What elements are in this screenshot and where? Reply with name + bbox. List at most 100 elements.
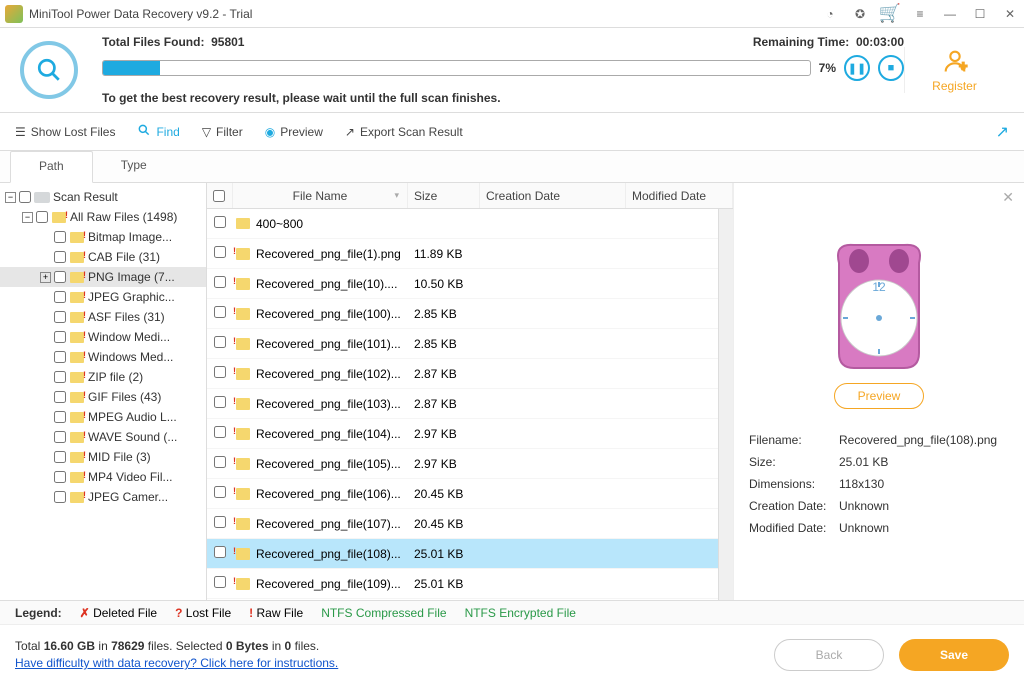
tree-checkbox[interactable] — [54, 491, 66, 503]
cart-icon[interactable]: 🛒 — [881, 5, 899, 23]
file-size: 2.97 KB — [408, 427, 480, 441]
help-link[interactable]: Have difficulty with data recovery? Clic… — [15, 656, 338, 670]
file-row[interactable]: Recovered_png_file(1).png11.89 KB — [207, 239, 718, 269]
minimize-icon[interactable]: — — [941, 5, 959, 23]
menu-icon[interactable]: ≡ — [911, 5, 929, 23]
file-checkbox[interactable] — [214, 246, 226, 258]
tree-item[interactable]: MID File (3) — [0, 447, 206, 467]
file-row[interactable]: Recovered_png_file(105)...2.97 KB — [207, 449, 718, 479]
file-checkbox[interactable] — [214, 426, 226, 438]
tree-checkbox[interactable] — [19, 191, 31, 203]
file-checkbox[interactable] — [214, 336, 226, 348]
tree-item[interactable]: JPEG Camer... — [0, 487, 206, 507]
bottom-bar: Total 16.60 GB in 78629 files. Selected … — [0, 624, 1024, 678]
file-row[interactable]: 400~800 — [207, 209, 718, 239]
file-row[interactable]: Recovered_png_file(10)....10.50 KB — [207, 269, 718, 299]
file-row[interactable]: Recovered_png_file(100)...2.85 KB — [207, 299, 718, 329]
share-icon[interactable]: ↗ — [996, 122, 1009, 142]
tree-item[interactable]: Windows Med... — [0, 347, 206, 367]
file-checkbox[interactable] — [214, 276, 226, 288]
tree-checkbox[interactable] — [54, 271, 66, 283]
file-size: 20.45 KB — [408, 517, 480, 531]
folder-tree[interactable]: − Scan Result − All Raw Files (1498) Bit… — [0, 183, 207, 600]
col-creation-date[interactable]: Creation Date — [480, 183, 626, 208]
tree-checkbox[interactable] — [54, 371, 66, 383]
tree-checkbox[interactable] — [54, 351, 66, 363]
file-checkbox[interactable] — [214, 456, 226, 468]
tree-item[interactable]: Window Medi... — [0, 327, 206, 347]
file-checkbox[interactable] — [214, 486, 226, 498]
save-button[interactable]: Save — [899, 639, 1009, 671]
tree-item[interactable]: WAVE Sound (... — [0, 427, 206, 447]
tree-checkbox[interactable] — [54, 331, 66, 343]
file-row[interactable]: Recovered_png_file(102)...2.87 KB — [207, 359, 718, 389]
tree-checkbox[interactable] — [54, 471, 66, 483]
meta-filename: Recovered_png_file(108).png — [839, 433, 997, 447]
tree-checkbox[interactable] — [54, 431, 66, 443]
expand-icon[interactable]: + — [40, 272, 51, 283]
tree-checkbox[interactable] — [54, 451, 66, 463]
tree-item[interactable]: +PNG Image (7... — [0, 267, 206, 287]
filter-button[interactable]: ▽Filter — [202, 125, 243, 139]
file-name: Recovered_png_file(107)... — [253, 517, 408, 531]
find-button[interactable]: Find — [137, 123, 179, 140]
file-row[interactable]: Recovered_png_file(108)...25.01 KB — [207, 539, 718, 569]
col-size[interactable]: Size — [408, 183, 480, 208]
key-icon[interactable]: ✪ — [851, 5, 869, 23]
stop-button[interactable]: ■ — [878, 55, 904, 81]
tree-checkbox[interactable] — [54, 251, 66, 263]
pause-button[interactable]: ❚❚ — [844, 55, 870, 81]
tree-checkbox[interactable] — [54, 391, 66, 403]
file-checkbox[interactable] — [214, 366, 226, 378]
tab-path[interactable]: Path — [10, 151, 93, 183]
stats-text: Total 16.60 GB in 78629 files. Selected … — [15, 639, 774, 653]
tree-item[interactable]: MPEG Audio L... — [0, 407, 206, 427]
tree-checkbox[interactable] — [36, 211, 48, 223]
tree-item[interactable]: ZIP file (2) — [0, 367, 206, 387]
maximize-icon[interactable]: ☐ — [971, 5, 989, 23]
collapse-icon[interactable]: − — [5, 192, 16, 203]
tree-item[interactable]: Bitmap Image... — [0, 227, 206, 247]
col-modified-date[interactable]: Modified Date — [626, 183, 733, 208]
file-checkbox[interactable] — [214, 516, 226, 528]
tree-item[interactable]: MP4 Video Fil... — [0, 467, 206, 487]
col-filename[interactable]: File Name — [233, 183, 408, 208]
show-lost-files-button[interactable]: ☰Show Lost Files — [15, 125, 115, 139]
tree-item-label: ASF Files (31) — [88, 310, 165, 324]
back-button[interactable]: Back — [774, 639, 884, 671]
history-icon[interactable]: ◔ — [821, 5, 839, 23]
file-checkbox[interactable] — [214, 306, 226, 318]
file-checkbox[interactable] — [214, 546, 226, 558]
tree-checkbox[interactable] — [54, 411, 66, 423]
close-icon[interactable]: ✕ — [1001, 5, 1019, 23]
file-row[interactable]: Recovered_png_file(106)...20.45 KB — [207, 479, 718, 509]
tree-item[interactable]: ASF Files (31) — [0, 307, 206, 327]
scrollbar[interactable] — [718, 209, 733, 600]
tree-item[interactable]: JPEG Graphic... — [0, 287, 206, 307]
file-checkbox[interactable] — [214, 396, 226, 408]
export-button[interactable]: ↗Export Scan Result — [345, 125, 463, 139]
preview-open-button[interactable]: Preview — [834, 383, 924, 409]
tree-checkbox[interactable] — [54, 231, 66, 243]
tree-item-label: Windows Med... — [88, 350, 173, 364]
tree-item[interactable]: GIF Files (43) — [0, 387, 206, 407]
register-button[interactable]: + Register — [904, 47, 1004, 93]
tree-item[interactable]: CAB File (31) — [0, 247, 206, 267]
file-checkbox[interactable] — [214, 216, 226, 228]
preview-button[interactable]: ◉Preview — [265, 125, 323, 139]
file-row[interactable]: Recovered_png_file(103)...2.87 KB — [207, 389, 718, 419]
file-row[interactable]: Recovered_png_file(104)...2.97 KB — [207, 419, 718, 449]
tree-checkbox[interactable] — [54, 311, 66, 323]
file-checkbox[interactable] — [214, 576, 226, 588]
file-row[interactable]: Recovered_png_file(107)...20.45 KB — [207, 509, 718, 539]
collapse-icon[interactable]: − — [22, 212, 33, 223]
select-all-checkbox[interactable] — [213, 190, 225, 202]
tree-item-label: JPEG Camer... — [88, 490, 168, 504]
tree-all-raw-label: All Raw Files (1498) — [70, 210, 177, 224]
file-row[interactable]: Recovered_png_file(101)...2.85 KB — [207, 329, 718, 359]
close-preview-icon[interactable]: ✕ — [1002, 189, 1014, 206]
file-list[interactable]: 400~800Recovered_png_file(1).png11.89 KB… — [207, 209, 718, 600]
file-row[interactable]: Recovered_png_file(109)...25.01 KB — [207, 569, 718, 599]
tab-type[interactable]: Type — [93, 151, 175, 182]
tree-checkbox[interactable] — [54, 291, 66, 303]
